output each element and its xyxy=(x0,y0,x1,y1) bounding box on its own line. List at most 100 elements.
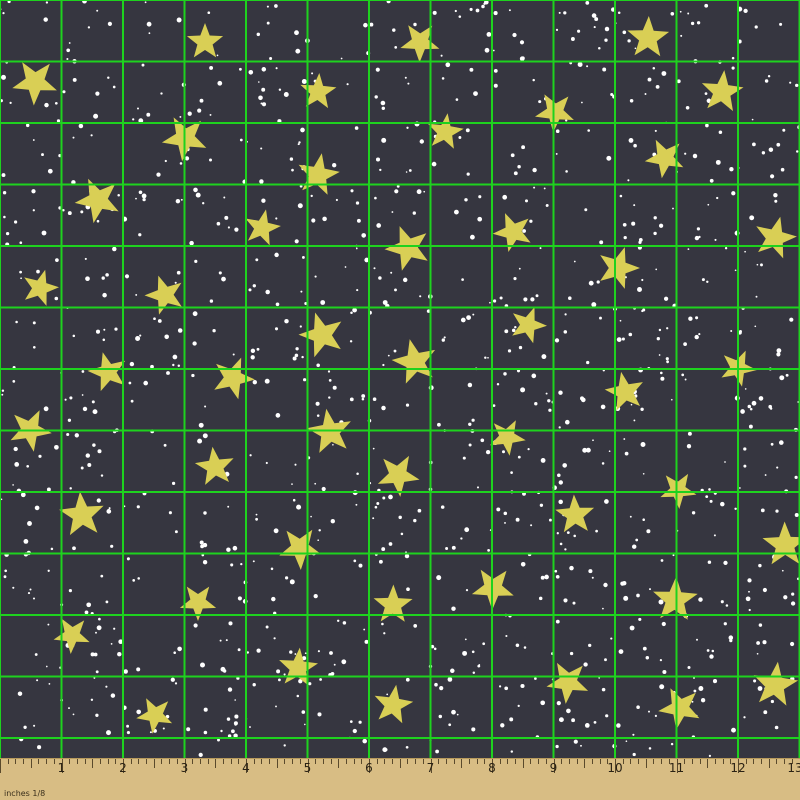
white-dot xyxy=(376,502,380,505)
white-dot xyxy=(530,524,533,527)
white-dot xyxy=(577,62,583,67)
white-dot xyxy=(581,101,583,104)
white-dot xyxy=(747,578,752,583)
white-dot xyxy=(640,407,644,411)
white-dot xyxy=(623,438,626,440)
white-dot xyxy=(693,689,697,693)
white-dot xyxy=(296,504,302,510)
white-dot xyxy=(153,317,156,321)
white-dot xyxy=(454,9,457,13)
white-dot xyxy=(610,637,613,640)
white-dot xyxy=(44,102,49,108)
white-dot xyxy=(398,515,402,520)
white-dot xyxy=(627,39,631,43)
ruler-tick xyxy=(538,759,540,764)
white-dot xyxy=(218,271,222,275)
white-dot xyxy=(644,93,647,95)
white-dot xyxy=(520,562,526,567)
white-dot xyxy=(548,518,552,522)
white-dot xyxy=(136,505,140,509)
white-dot xyxy=(344,266,347,268)
white-dot xyxy=(97,449,102,454)
white-dot xyxy=(622,30,627,35)
white-dot xyxy=(654,129,657,132)
white-dot xyxy=(493,69,498,73)
white-dot xyxy=(84,257,87,260)
white-dot xyxy=(375,67,380,72)
white-dot xyxy=(64,398,67,401)
white-dot xyxy=(413,518,417,523)
white-dot xyxy=(572,601,576,605)
white-dot xyxy=(123,669,128,674)
white-dot xyxy=(260,147,263,150)
white-dot xyxy=(2,191,7,195)
white-dot xyxy=(372,447,375,450)
white-dot xyxy=(571,718,576,723)
white-dot xyxy=(292,498,296,502)
white-dot xyxy=(207,11,211,15)
white-dot xyxy=(20,277,22,280)
white-dot xyxy=(593,721,597,724)
white-dot xyxy=(593,26,596,29)
ruler-tick xyxy=(422,759,424,764)
white-dot xyxy=(606,155,612,161)
ruler-tick xyxy=(599,759,601,764)
white-dot xyxy=(317,712,322,717)
ruler-number: 1 xyxy=(57,761,66,775)
white-dot xyxy=(423,190,426,193)
white-dot xyxy=(468,422,472,426)
white-dot xyxy=(584,208,588,212)
white-dot xyxy=(55,258,59,262)
white-dot xyxy=(163,443,167,447)
white-dot xyxy=(645,656,650,660)
ruler-tick xyxy=(69,759,71,764)
white-dot xyxy=(231,729,235,734)
white-dot xyxy=(274,252,279,258)
white-dot xyxy=(219,639,222,642)
white-dot xyxy=(3,575,7,579)
white-dot xyxy=(54,101,58,105)
white-dot xyxy=(768,147,774,152)
white-dot xyxy=(271,596,276,602)
white-dot xyxy=(486,32,492,37)
white-dot xyxy=(655,268,658,271)
white-dot xyxy=(460,537,463,540)
white-dot xyxy=(67,211,72,216)
ruler-tick xyxy=(438,759,440,764)
white-dot xyxy=(478,195,482,199)
white-dot xyxy=(283,673,286,676)
ruler-number: 2 xyxy=(119,761,127,775)
white-dot xyxy=(569,651,574,656)
white-dot xyxy=(591,302,597,308)
white-dot xyxy=(783,595,788,600)
white-dot xyxy=(172,363,175,367)
white-dot xyxy=(698,686,704,691)
white-dot xyxy=(62,90,66,94)
white-dot xyxy=(105,685,108,688)
white-dot xyxy=(135,336,141,341)
ruler-tick xyxy=(330,759,332,764)
white-dot xyxy=(437,422,441,427)
white-dot xyxy=(493,83,498,88)
white-dot xyxy=(503,372,507,376)
white-dot xyxy=(239,138,243,142)
white-dot xyxy=(569,565,574,571)
white-dot xyxy=(628,137,634,143)
white-dot xyxy=(687,248,690,251)
white-dot xyxy=(734,269,737,272)
white-dot xyxy=(638,617,642,621)
white-dot xyxy=(363,628,366,631)
white-dot xyxy=(149,731,152,734)
white-dot xyxy=(740,409,745,414)
white-dot xyxy=(114,327,118,331)
white-dot xyxy=(356,218,361,223)
white-dot xyxy=(564,313,567,316)
white-dot xyxy=(431,161,437,167)
white-dot xyxy=(534,402,538,406)
white-dot xyxy=(86,602,92,608)
white-dot xyxy=(335,198,338,202)
white-dot xyxy=(416,189,422,195)
ruler-number: 6 xyxy=(365,761,373,775)
white-dot xyxy=(661,621,666,627)
ruler-tick xyxy=(261,759,263,764)
